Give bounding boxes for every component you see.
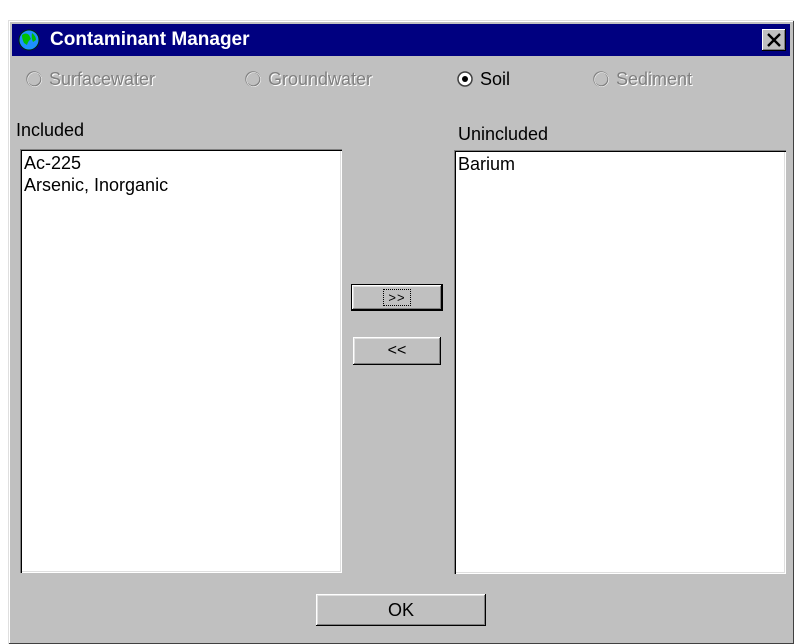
unincluded-listbox[interactable]: Barium [454, 150, 786, 574]
contaminant-manager-window: Contaminant Manager Surfacewater Groundw… [8, 20, 794, 644]
list-item[interactable]: Barium [458, 153, 786, 175]
window-title: Contaminant Manager [50, 29, 250, 50]
included-label: Included [16, 120, 85, 140]
list-item[interactable]: Ac-225 [24, 152, 342, 174]
radio-label-surfacewater: Surfacewater [49, 69, 156, 89]
unincluded-label: Unincluded [458, 124, 549, 144]
move-right-button[interactable]: >> [352, 285, 442, 310]
included-listbox[interactable]: Ac-225 Arsenic, Inorganic [20, 149, 342, 573]
radio-label-sediment: Sediment [616, 69, 693, 89]
close-icon [767, 33, 781, 47]
radio-label-groundwater: Groundwater [268, 69, 373, 89]
ok-button-label: OK [387, 600, 414, 620]
move-right-button-label: >> [383, 289, 411, 306]
radio-label-soil: Soil [480, 69, 511, 89]
ok-button[interactable]: OK [316, 594, 486, 626]
radio-circle [245, 71, 261, 87]
move-left-button[interactable]: << [353, 337, 441, 365]
move-left-button-label: << [387, 342, 407, 359]
radio-circle [26, 71, 42, 87]
globe-icon [17, 28, 41, 52]
media-radio-group: Surfacewater Groundwater Soil Sediment [8, 67, 794, 93]
radio-circle [593, 71, 609, 87]
close-button[interactable] [762, 29, 786, 51]
radio-circle [457, 71, 473, 87]
title-bar[interactable]: Contaminant Manager [12, 24, 790, 56]
list-item[interactable]: Arsenic, Inorganic [24, 174, 342, 196]
